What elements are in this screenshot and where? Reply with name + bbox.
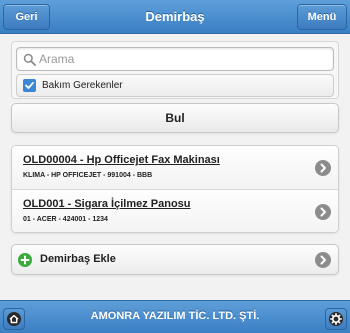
maintenance-filter-toggle[interactable]: Bakım Gerekenler bbox=[16, 74, 334, 97]
chevron-right-icon[interactable] bbox=[315, 160, 331, 176]
checkbox-label: Bakım Gerekenler bbox=[42, 80, 123, 91]
chevron-right-icon bbox=[315, 252, 331, 268]
list-item-title[interactable]: OLD001 - Sigara İçilmez Panosu bbox=[23, 198, 191, 210]
menu-button[interactable]: Menü bbox=[297, 4, 347, 30]
list-item[interactable]: OLD00004 - Hp Officejet Fax Makinası KLI… bbox=[12, 146, 338, 190]
plus-icon bbox=[18, 253, 32, 267]
header-bar: Geri Demirbaş Menü bbox=[0, 0, 350, 34]
gear-icon bbox=[329, 312, 343, 326]
search-button[interactable]: Bul bbox=[11, 103, 339, 133]
add-asset-label: Demirbaş Ekle bbox=[40, 253, 116, 265]
footer-bar: AMONRA YAZILIM TİC. LTD. ŞTİ. bbox=[0, 300, 350, 333]
list-item-subtitle: KLIMA - HP OFFICEJET - 991004 - BBB bbox=[23, 172, 153, 179]
list-item-subtitle: 01 - ACER - 424001 - 1234 bbox=[23, 216, 108, 223]
search-field[interactable] bbox=[16, 47, 334, 71]
checkbox-icon[interactable] bbox=[23, 79, 36, 92]
settings-button[interactable] bbox=[325, 308, 347, 330]
chevron-right-icon[interactable] bbox=[315, 204, 331, 220]
list-item[interactable]: OLD001 - Sigara İçilmez Panosu 01 - ACER… bbox=[12, 190, 338, 232]
filter-panel: Bakım Gerekenler bbox=[11, 41, 339, 99]
asset-list: OLD00004 - Hp Officejet Fax Makinası KLI… bbox=[11, 145, 339, 233]
add-asset-button[interactable]: Demirbaş Ekle bbox=[11, 244, 339, 275]
list-item-title[interactable]: OLD00004 - Hp Officejet Fax Makinası bbox=[23, 154, 220, 166]
search-input[interactable] bbox=[39, 49, 329, 69]
search-icon bbox=[23, 53, 36, 66]
company-name: AMONRA YAZILIM TİC. LTD. ŞTİ. bbox=[90, 310, 260, 322]
